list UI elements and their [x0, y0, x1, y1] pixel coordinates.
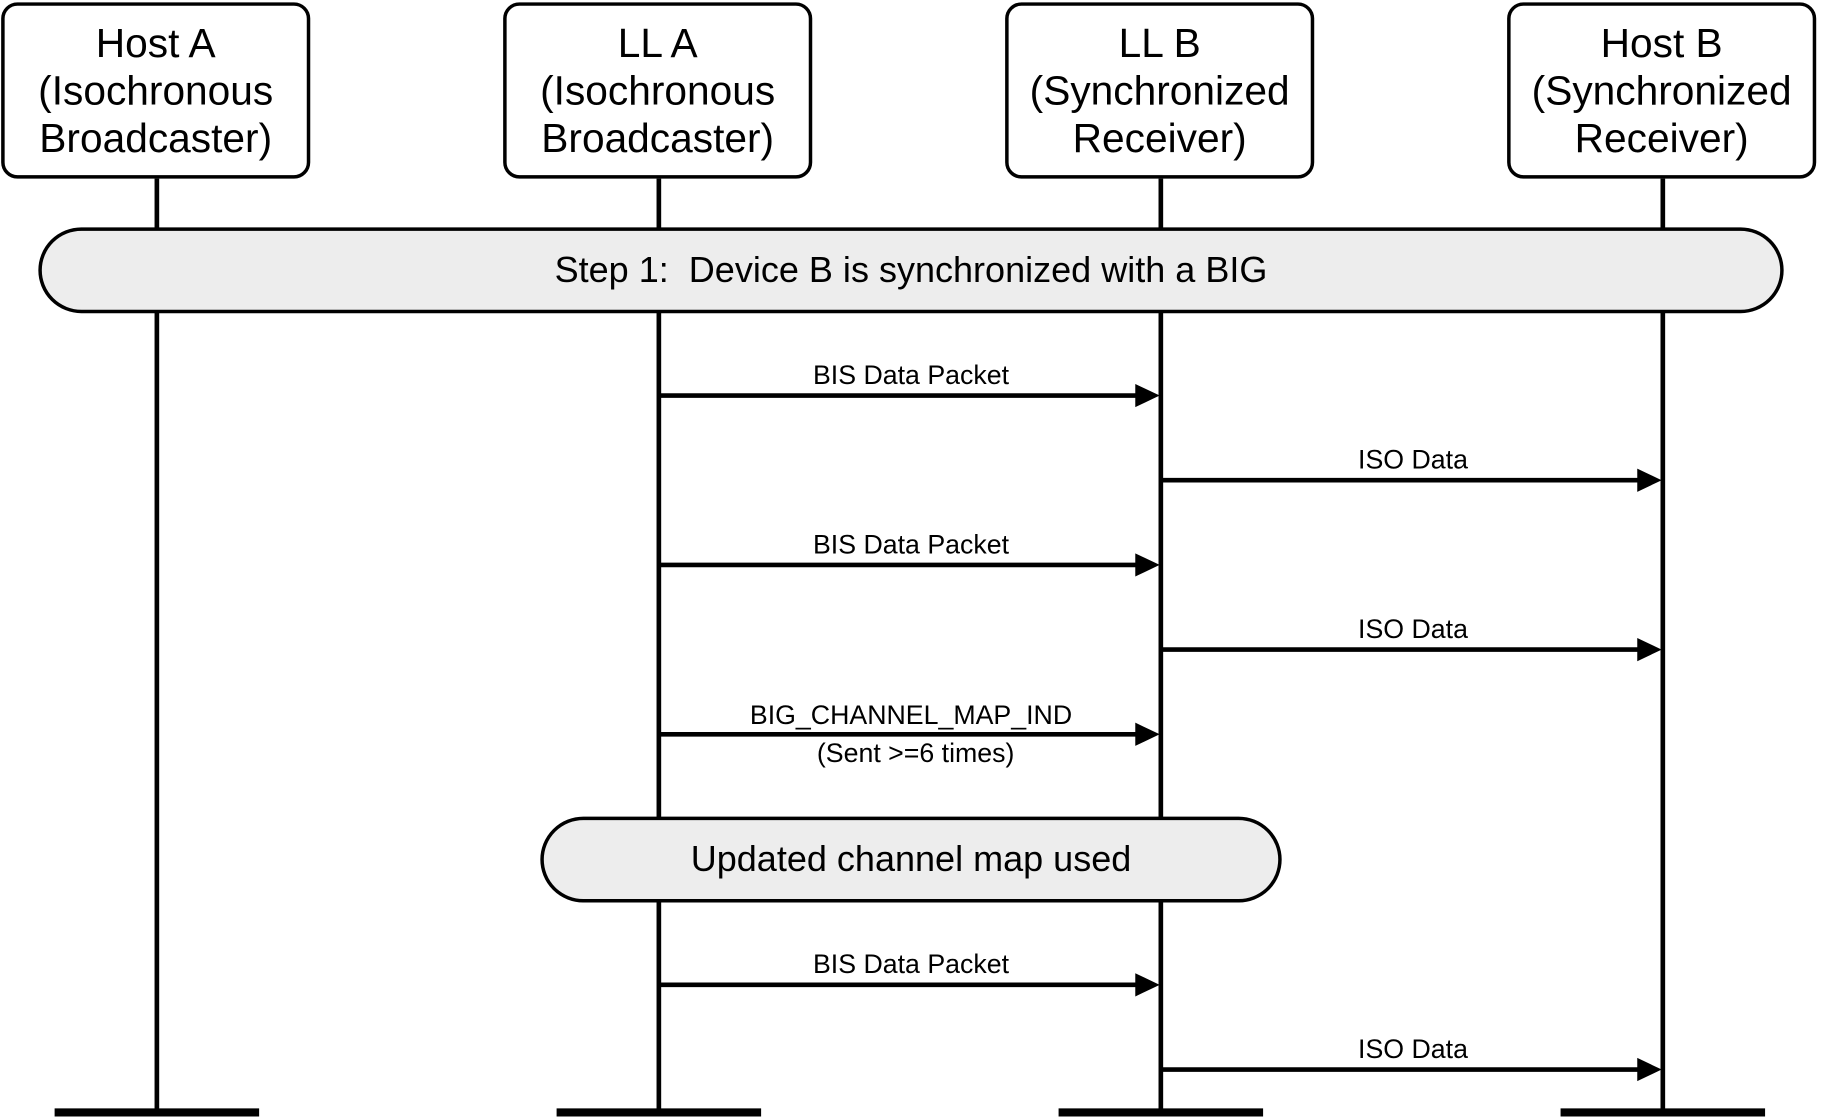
message-label: ISO Data: [1358, 444, 1468, 475]
message-sublabel: (Sent >=6 times): [816, 737, 1015, 768]
note-step-1: Step 1: Device B is synchronized with a …: [38, 227, 1784, 314]
participant-name: LL B: [1118, 20, 1201, 66]
participant-role: (Synchronized: [1029, 67, 1290, 114]
participant-ll-b: LL B (Synchronized Receiver): [1005, 2, 1315, 179]
arrow-head-icon: [1135, 722, 1160, 746]
message-label: BIS Data Packet: [812, 948, 1010, 980]
arrow-head-icon: [1135, 383, 1160, 408]
participant-role: (Synchronized: [1531, 67, 1792, 114]
participant-host-b: Host B (Synchronized Receiver): [1507, 2, 1817, 179]
arrow-head-icon: [1135, 553, 1160, 577]
participant-name: Host B: [1600, 20, 1723, 66]
note-text: Step 1: Device B is synchronized with a …: [554, 249, 1268, 290]
participant-role: Broadcaster): [39, 115, 273, 161]
participant-host-a: Host A (Isochronous Broadcaster): [1, 2, 311, 179]
participant-role: (Isochronous: [540, 67, 776, 114]
participant-name: Host A: [95, 20, 216, 66]
arrow-head-icon: [1637, 1057, 1662, 1082]
participant-name: LL A: [617, 20, 698, 66]
message-label: BIS Data Packet: [812, 359, 1010, 390]
sequence-diagram: Host A (Isochronous Broadcaster) LL A (I…: [0, 0, 1822, 1119]
note-text: Updated channel map used: [690, 838, 1132, 880]
message-label: ISO Data: [1358, 613, 1468, 644]
arrow-head-icon: [1135, 973, 1160, 997]
participant-role: Receiver): [1574, 115, 1749, 161]
note-updated-channel-map: Updated channel map used: [540, 816, 1282, 903]
participant-role: (Isochronous: [38, 67, 274, 114]
participant-role: Receiver): [1072, 115, 1247, 161]
arrow-head-icon: [1637, 638, 1662, 662]
message-label: BIG_CHANNEL_MAP_IND: [749, 699, 1073, 730]
participant-ll-a: LL A (Isochronous Broadcaster): [503, 2, 813, 179]
participant-role: Broadcaster): [541, 115, 775, 161]
message-label: ISO Data: [1358, 1033, 1468, 1064]
message-label: BIS Data Packet: [812, 528, 1010, 560]
arrow-head-icon: [1637, 468, 1662, 492]
